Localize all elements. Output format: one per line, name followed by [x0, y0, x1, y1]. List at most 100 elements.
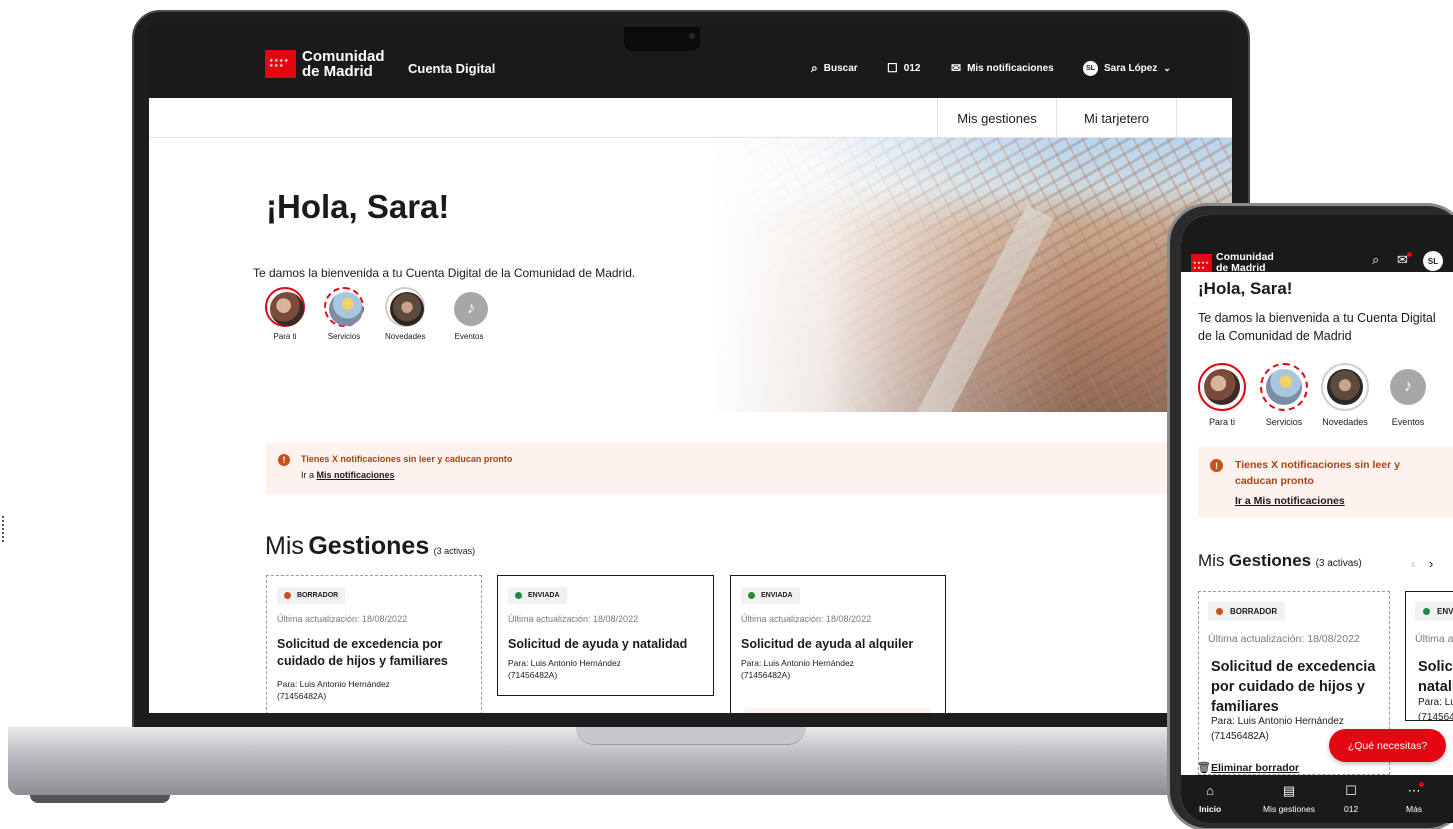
last-updated: Última actualización: 18/08/2022 [508, 614, 639, 624]
gestion-card-natalidad[interactable]: ENVIADA Última actualización: 18/08/2022… [1405, 591, 1453, 721]
status-badge: BORRADOR [277, 587, 346, 604]
story-novedades[interactable]: Novedades [1321, 363, 1369, 427]
story-eventos[interactable]: ♪ Eventos [1384, 363, 1432, 427]
page-title: ¡Hola, Sara! [266, 188, 450, 225]
welcome-text: Te damos la bienvenida a tu Cuenta Digit… [253, 266, 636, 280]
delete-draft-link[interactable]: Eliminar borrador [1211, 762, 1299, 774]
card-title: Solicitud de excedencia por cuidado de h… [1211, 659, 1376, 715]
card-title: Solicitud de excedencia por cuidado de h… [277, 637, 448, 668]
status-badge: ENVIADA [508, 587, 567, 604]
story-label: Servicios [1265, 417, 1303, 427]
chat-bubble-icon: ☐ [887, 61, 898, 75]
story-label: Eventos [454, 332, 484, 341]
hero-fade-overlay [709, 138, 1232, 412]
mobile-screen: ★★★★ ★★★ Comunidad de Madrid ⌕ ✉ SL ¡Hola… [1181, 215, 1453, 823]
phone-012-button[interactable]: ☐ 012 [887, 61, 920, 75]
phone-012-label: 012 [903, 62, 921, 74]
laptop-opening-groove [576, 727, 806, 745]
brand-name-line2: de Madrid [1216, 261, 1266, 274]
mobile-header: ★★★★ ★★★ Comunidad de Madrid ⌕ ✉ SL [1181, 215, 1453, 273]
notifications-button[interactable]: ✉ Mis notificaciones [951, 61, 1054, 75]
card-recipient: Para: Luis Antonio Hernández (71456482A) [1418, 697, 1453, 721]
card-title: Solicitud de ayuda al alquiler [741, 637, 914, 651]
music-note-icon: ♪ [454, 292, 488, 326]
story-servicios[interactable]: Servicios [1260, 363, 1308, 427]
last-updated: Última actualización: 18/08/2022 [741, 614, 872, 624]
search-button[interactable]: ⌕ Buscar [811, 61, 858, 76]
laptop-foot [30, 795, 170, 803]
tab-mi-tarjetero[interactable]: Mi tarjetero [1056, 98, 1177, 138]
card-recipient: Para: Luis Antonio Hernández (71456482A) [277, 679, 390, 701]
gestion-card-borrador[interactable]: BORRADOR Última actualización: 18/08/202… [266, 575, 482, 713]
user-name: Sara López [1104, 63, 1158, 74]
desktop-screen: ★★★★ ★★★ Comunidad de Madrid Cuenta Digit… [149, 27, 1232, 713]
last-updated: Última actualización: 18/08/2022 [277, 614, 408, 624]
envelope-icon: ✉ [951, 61, 962, 75]
brand-name-line2: de Madrid [302, 63, 373, 80]
bottom-navigation: ⌂ Inicio ▤ Mis gestiones ☐ 012 ⋯ Más [1181, 775, 1453, 823]
unread-badge [1407, 252, 1412, 257]
status-badge: ENVIADA [1415, 602, 1453, 621]
last-updated: Última actualización: 18/08/2022 [1415, 633, 1453, 645]
story-photo [1266, 369, 1302, 405]
story-label: Novedades [1322, 417, 1368, 427]
alert-notifications-link[interactable]: Ir a Mis notificaciones [1235, 495, 1345, 507]
page-title: ¡Hola, Sara! [1198, 279, 1293, 298]
story-photo [1204, 369, 1240, 405]
bottom-tab-inicio[interactable]: ⌂ Inicio [1199, 783, 1221, 814]
search-icon[interactable]: ⌕ [1372, 253, 1379, 268]
story-label: Para ti [1208, 417, 1235, 427]
story-para-ti[interactable]: Para ti [1198, 363, 1246, 427]
story-label: Eventos [1391, 417, 1425, 427]
bottom-tab-012[interactable]: ☐ 012 [1344, 783, 1358, 814]
user-menu-button[interactable]: SL [1423, 251, 1443, 271]
last-updated: Última actualización: 18/08/2022 [1208, 633, 1360, 645]
document-list-icon: ▤ [1282, 783, 1296, 798]
alert-title: Tienes X notificaciones sin leer y caduc… [1235, 459, 1400, 487]
chevron-right-icon[interactable]: › [1429, 556, 1433, 571]
hero-section: ¡Hola, Sara! Te damos la bienvenida a tu… [149, 138, 1232, 412]
brand-name-line1: Comunidad [1216, 251, 1274, 263]
side-decoration [2, 516, 5, 542]
camera-icon [689, 33, 695, 39]
avatar: SL [1083, 61, 1098, 76]
tab-mis-gestiones[interactable]: Mis gestiones [937, 98, 1056, 138]
trash-icon: 🗑 [1197, 761, 1211, 774]
active-count: (3 activas) [433, 546, 476, 556]
music-note-icon: ♪ [1390, 369, 1426, 405]
notifications-label: Mis notificaciones [967, 62, 1054, 74]
madrid-stars-logo-icon: ★★★★ ★★★ [1191, 253, 1212, 272]
desktop-subnav: Mis gestiones Mi tarjetero [149, 98, 1232, 138]
alert-link-prefix: Ir a [301, 470, 315, 480]
device-mockup-stage: ★★★★ ★★★ Comunidad de Madrid Cuenta Digit… [0, 0, 1453, 829]
status-badge: ENVIADA [741, 587, 800, 604]
bottom-tab-mis-gestiones[interactable]: ▤ Mis gestiones [1263, 783, 1315, 814]
section-title: Mis Gestiones (3 activas) [1198, 551, 1362, 570]
welcome-text: Te damos la bienvenida a tu Cuenta Digit… [1198, 311, 1436, 344]
brand-logo[interactable]: ★★★★ ★★★ Comunidad de Madrid [1191, 252, 1274, 273]
user-menu-button[interactable]: SL Sara López ⌄ [1083, 61, 1171, 76]
bottom-tab-mas[interactable]: ⋯ Más [1406, 783, 1422, 814]
card-recipient: Para: Luis Antonio Hernández (71456482A) [741, 658, 854, 680]
story-servicios[interactable]: Servicios [324, 287, 364, 341]
story-label: Novedades [385, 332, 426, 341]
help-fab-button[interactable]: ¿Qué necesitas? [1329, 729, 1446, 762]
section-title: Mis Gestiones (3 activas) [265, 532, 476, 560]
alert-link-row: Ir a Mis notificaciones [301, 470, 395, 480]
story-photo [1327, 369, 1363, 405]
brand-logo[interactable]: ★★★★ ★★★ Comunidad de Madrid [265, 49, 385, 79]
notifications-alert: ! Tienes X notificaciones sin leer y cad… [266, 443, 1232, 494]
story-novedades[interactable]: Novedades [385, 287, 425, 341]
warning-icon: ! [1210, 459, 1223, 472]
alert-notifications-link[interactable]: Mis notificaciones [317, 470, 395, 480]
story-para-ti[interactable]: Para ti [265, 287, 305, 341]
pending-action-notice [745, 708, 931, 713]
chevron-left-icon[interactable]: ‹ [1411, 556, 1415, 571]
story-label: Para ti [273, 332, 297, 341]
gestion-card-natalidad[interactable]: ENVIADA Última actualización: 18/08/2022… [497, 575, 714, 696]
gestion-card-alquiler[interactable]: ENVIADA Última actualización: 18/08/2022… [730, 575, 946, 713]
home-icon: ⌂ [1206, 783, 1215, 798]
story-eventos[interactable]: ♪ Eventos [449, 287, 489, 341]
search-label: Buscar [823, 63, 858, 74]
unread-badge [1419, 782, 1424, 787]
